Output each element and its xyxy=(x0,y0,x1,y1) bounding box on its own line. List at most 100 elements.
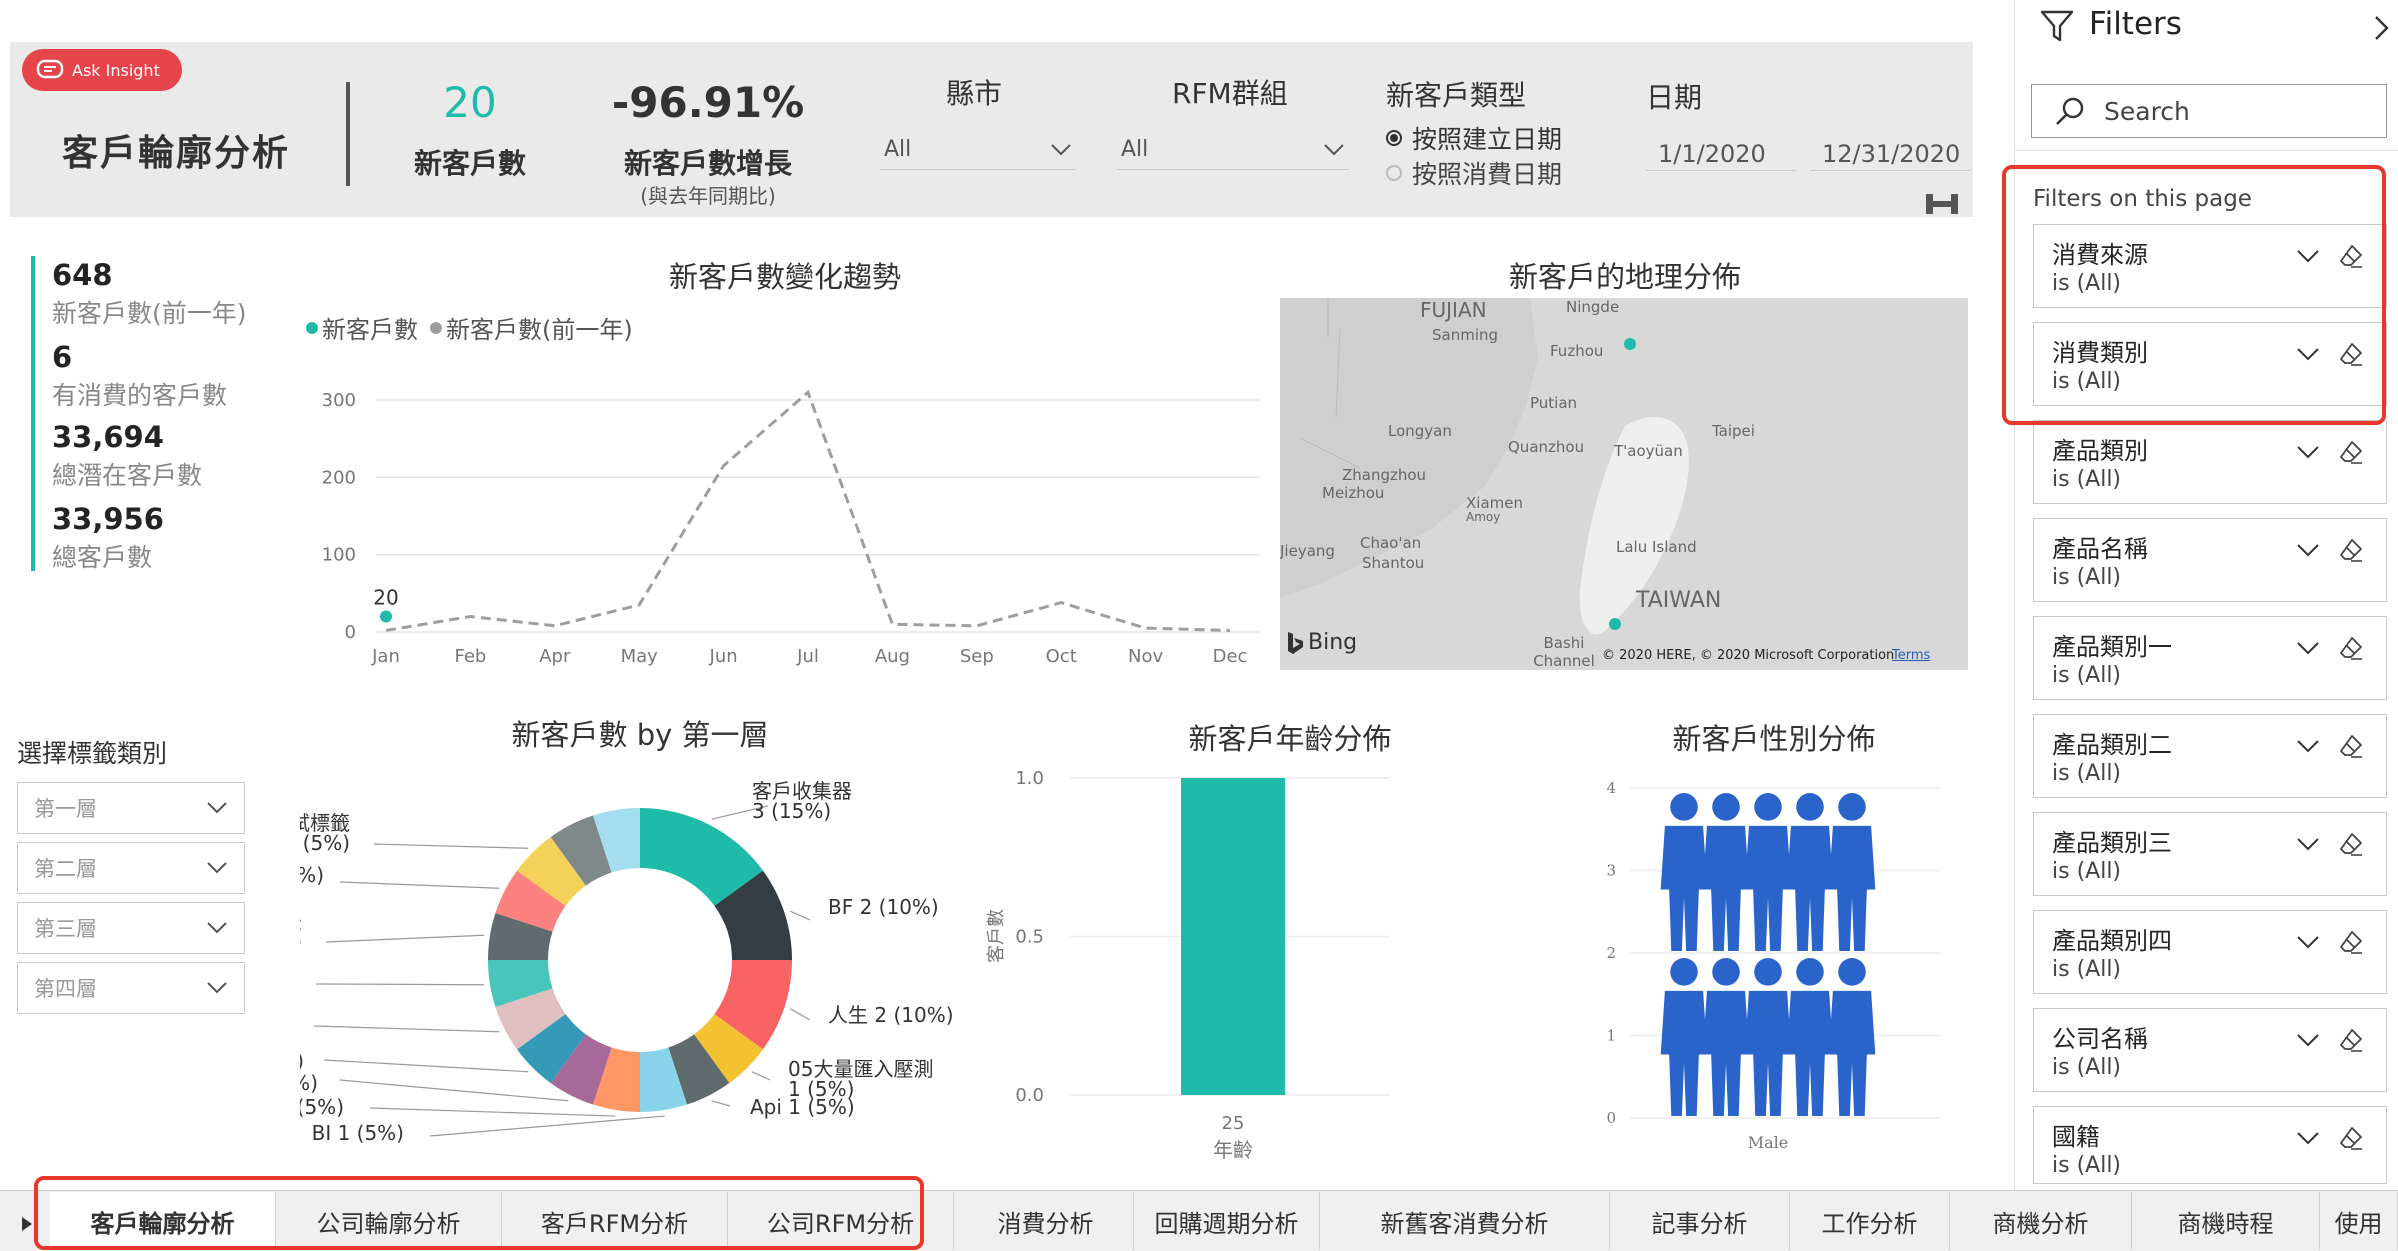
slider-handle-icon[interactable] xyxy=(1924,192,1960,216)
clear-filter-icon[interactable] xyxy=(2338,243,2364,269)
radio-by-created-date[interactable]: 按照建立日期 xyxy=(1386,120,1562,156)
page-tab[interactable]: 工作分析 xyxy=(1790,1192,1950,1250)
clear-filter-icon[interactable] xyxy=(2338,733,2364,759)
radio-by-purchase-date[interactable]: 按照消費日期 xyxy=(1386,155,1562,191)
page-tab[interactable]: 消費分析 xyxy=(958,1192,1134,1250)
x-tick-label: Jan xyxy=(371,646,400,667)
filters-title: Filters xyxy=(2089,6,2182,42)
data-point[interactable] xyxy=(380,610,392,623)
slice-sub-label: 3 (15%) xyxy=(752,799,831,823)
filter-card[interactable]: 產品類別四 is (All) xyxy=(2033,910,2387,994)
filter-card[interactable]: 消費類別 is (All) xyxy=(2033,322,2387,406)
person-icon xyxy=(1828,793,1876,951)
filters-section-label: Filters on this page xyxy=(2033,186,2252,212)
clear-filter-icon[interactable] xyxy=(2338,831,2364,857)
page-tab[interactable]: 客戶RFM分析 xyxy=(502,1192,728,1250)
chevron-down-icon xyxy=(1324,143,1344,155)
slicer-type-title: 新客戶類型 xyxy=(1386,79,1527,112)
clear-filter-icon[interactable] xyxy=(2338,635,2364,661)
leader-line xyxy=(429,1115,665,1137)
page-tab[interactable]: 新舊客消費分析 xyxy=(1320,1192,1610,1250)
legend-label: 新客戶數 xyxy=(322,316,418,344)
level1-dropdown[interactable]: 第一層 xyxy=(17,782,245,834)
slice-label: BF 2 (10%) xyxy=(828,895,939,919)
filter-name: 產品類別一 xyxy=(2052,633,2172,661)
play-icon[interactable] xyxy=(22,1217,32,1231)
geo-map[interactable]: FUJIAN Sanming Ningde Fuzhou Putian Long… xyxy=(1280,298,1968,670)
chevron-down-icon xyxy=(207,802,227,814)
filter-card[interactable]: 產品類別二 is (All) xyxy=(2033,714,2387,798)
clear-filter-icon[interactable] xyxy=(2338,929,2364,955)
chevron-down-icon[interactable] xyxy=(2296,739,2320,753)
chevron-down-icon[interactable] xyxy=(2296,1033,2320,1047)
ask-insight-button[interactable]: Ask Insight xyxy=(22,49,182,91)
level4-dropdown[interactable]: 第四層 xyxy=(17,962,245,1014)
chevron-down-icon[interactable] xyxy=(2296,935,2320,949)
date-start-input[interactable]: 1/1/2020 xyxy=(1646,138,1796,171)
bar[interactable] xyxy=(1181,778,1285,1095)
clear-filter-icon[interactable] xyxy=(2338,1027,2364,1053)
terms-link[interactable]: Terms xyxy=(1892,648,1930,663)
level3-dropdown[interactable]: 第三層 xyxy=(17,902,245,954)
radio-selected-icon xyxy=(1386,130,1402,146)
chevron-down-icon[interactable] xyxy=(2296,543,2320,557)
clear-filter-icon[interactable] xyxy=(2338,439,2364,465)
page-tab[interactable]: 公司RFM分析 xyxy=(728,1192,954,1250)
age-bar-chart: 0.0 0.5 1.0 客戶數 25 年齡 xyxy=(986,768,1390,1160)
filter-name: 產品類別 xyxy=(2052,437,2148,465)
slicer-rfm-title: RFM群組 xyxy=(1172,77,1288,110)
page-tab[interactable]: 公司輪廓分析 xyxy=(276,1192,502,1250)
date-end-input[interactable]: 12/31/2020 xyxy=(1810,138,1970,171)
filter-card[interactable]: 產品類別一 is (All) xyxy=(2033,616,2387,700)
page-tab[interactable]: 使用 xyxy=(2320,1192,2398,1250)
chevron-down-icon[interactable] xyxy=(2296,641,2320,655)
y-tick-label: 1 xyxy=(1606,1027,1616,1045)
filter-card[interactable]: 產品類別三 is (All) xyxy=(2033,812,2387,896)
x-tick-label: Feb xyxy=(454,646,486,667)
chevron-right-icon[interactable] xyxy=(2373,14,2391,42)
filter-card[interactable]: 消費來源 is (All) xyxy=(2033,224,2387,308)
level2-dropdown[interactable]: 第二層 xyxy=(17,842,245,894)
leader-line xyxy=(373,843,529,849)
clear-filter-icon[interactable] xyxy=(2338,1125,2364,1151)
page-tab[interactable]: 客戶輪廓分析 xyxy=(50,1192,276,1250)
filters-search-input[interactable]: Search xyxy=(2031,84,2387,138)
map-label: Meizhou xyxy=(1322,484,1385,502)
filter-card[interactable]: 產品類別 is (All) xyxy=(2033,420,2387,504)
stat-value: 33,694 xyxy=(52,420,164,454)
series-line-previous-year xyxy=(385,389,1231,632)
city-dropdown[interactable]: All xyxy=(880,130,1076,170)
rfm-dropdown[interactable]: All xyxy=(1117,130,1349,170)
stat-value: 33,956 xyxy=(52,502,164,536)
search-placeholder: Search xyxy=(2104,96,2190,126)
page-tab[interactable]: 記事分析 xyxy=(1610,1192,1790,1250)
chevron-down-icon[interactable] xyxy=(2296,347,2320,361)
x-tick-label: Jun xyxy=(709,646,738,667)
gender-chart: 0 1 2 3 4 Male xyxy=(1606,779,1940,1152)
dropdown-value: 第四層 xyxy=(34,977,97,1001)
filter-card[interactable]: 產品名稱 is (All) xyxy=(2033,518,2387,602)
chevron-down-icon xyxy=(207,922,227,934)
page-tab[interactable]: 商機分析 xyxy=(1950,1192,2132,1250)
page-tab[interactable]: 回購週期分析 xyxy=(1134,1192,1320,1250)
report-canvas: Ask Insight 客戶輪廓分析 20 新客戶數 -96.91% 新客戶數增… xyxy=(0,0,1995,1180)
donut-chart: 客戶收集器3 (15%)BF 2 (10%)人生 2 (10%)05大量匯入壓測… xyxy=(300,779,954,1145)
leader-line xyxy=(711,1100,731,1107)
chat-icon xyxy=(36,59,64,79)
search-icon xyxy=(2056,97,2084,125)
clear-filter-icon[interactable] xyxy=(2338,341,2364,367)
chevron-down-icon[interactable] xyxy=(2296,445,2320,459)
chevron-down-icon[interactable] xyxy=(2296,837,2320,851)
chevron-down-icon[interactable] xyxy=(2296,1131,2320,1145)
page-tab[interactable]: 商機時程 xyxy=(2132,1192,2320,1250)
person-icon xyxy=(1786,793,1834,951)
filter-value: is (All) xyxy=(2052,859,2122,884)
chevron-down-icon[interactable] xyxy=(2296,249,2320,263)
x-axis-label: 年齡 xyxy=(1213,1138,1253,1160)
filter-card[interactable]: 國籍 is (All) xyxy=(2033,1106,2387,1184)
filter-card[interactable]: 公司名稱 is (All) xyxy=(2033,1008,2387,1092)
kpi-growth-note: (與去年同期比) xyxy=(640,184,776,208)
clear-filter-icon[interactable] xyxy=(2338,537,2364,563)
x-tick-label: Male xyxy=(1748,1133,1789,1152)
leader-line xyxy=(789,1008,811,1021)
